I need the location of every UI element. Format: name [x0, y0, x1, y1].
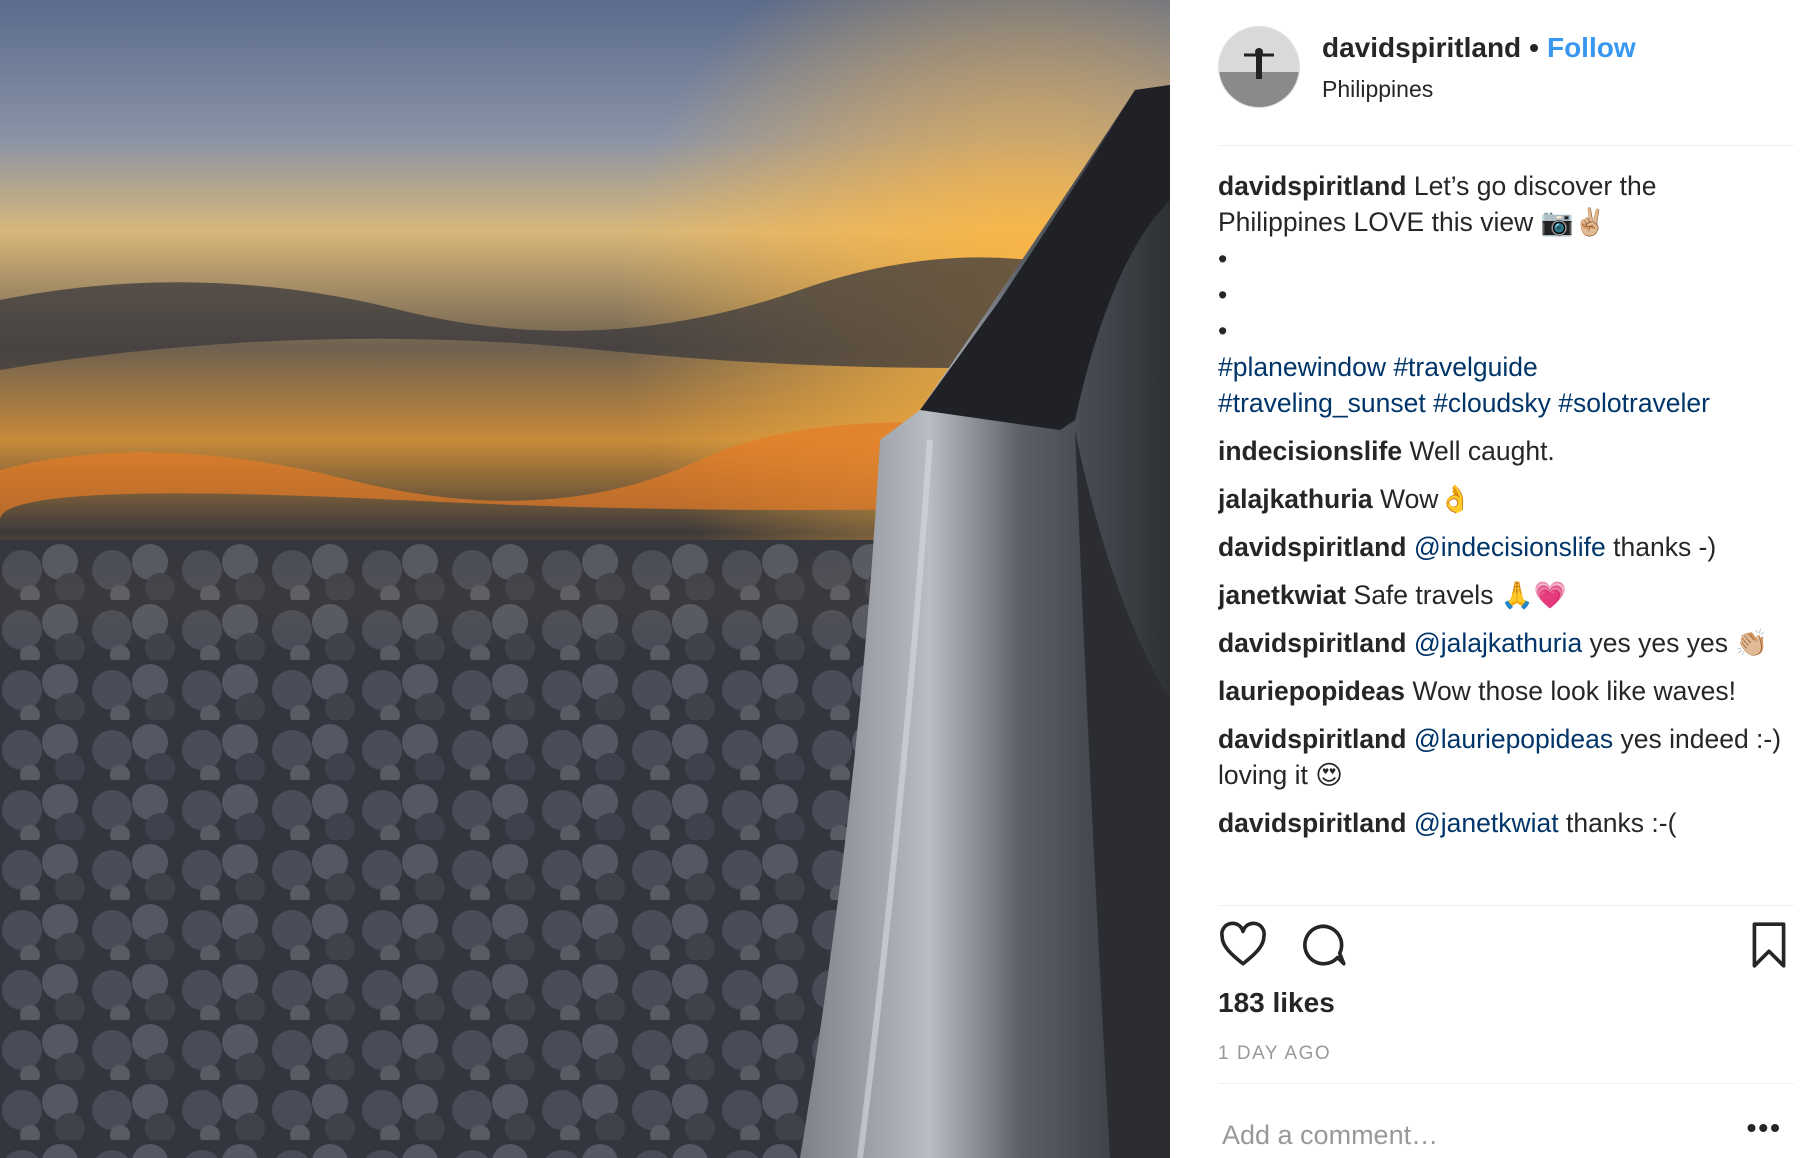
- caption-bullet: •: [1218, 280, 1228, 310]
- comment-text: Wow those look like waves!: [1412, 676, 1736, 706]
- comment-mention[interactable]: @indecisionslife: [1414, 532, 1606, 562]
- caption-hashtags[interactable]: #traveling_sunset #cloudsky #solotravele…: [1218, 385, 1790, 421]
- heart-icon[interactable]: [1218, 920, 1268, 970]
- comment-text: Wow👌: [1380, 484, 1472, 514]
- caption-emojis: 📷✌🏼: [1540, 207, 1607, 238]
- comment-text: thanks -): [1605, 532, 1717, 562]
- comment-item: jalajkathuria Wow👌: [1218, 481, 1790, 517]
- comment-text: Well caught.: [1409, 436, 1555, 466]
- caption: davidspiritland Let’s go discover the Ph…: [1218, 168, 1790, 421]
- comment-item: davidspiritland @lauriepopideas yes inde…: [1218, 721, 1790, 793]
- actions-divider: [1218, 905, 1794, 906]
- avatar[interactable]: [1218, 26, 1300, 108]
- comment-mention[interactable]: @lauriepopideas: [1414, 724, 1613, 754]
- comment-mention[interactable]: @jalajkathuria: [1414, 628, 1582, 658]
- post-details-panel: davidspiritland • Follow Philippines david…: [1170, 0, 1804, 1158]
- comment-icon[interactable]: [1298, 920, 1348, 970]
- post-timestamp[interactable]: 1 DAY AGO: [1218, 1043, 1331, 1065]
- location-link[interactable]: Philippines: [1322, 76, 1433, 103]
- header-divider: [1218, 145, 1794, 146]
- post-header: davidspiritland • Follow Philippines: [1218, 26, 1794, 108]
- caption-hashtags[interactable]: #planewindow #travelguide: [1218, 349, 1790, 385]
- plane-wing-sunset-image: [0, 0, 1170, 1158]
- avatar-image: [1219, 27, 1299, 107]
- caption-username[interactable]: davidspiritland: [1218, 171, 1406, 201]
- comment-username[interactable]: lauriepopideas: [1218, 676, 1405, 706]
- action-bar: [1218, 920, 1794, 976]
- comment-username[interactable]: jalajkathuria: [1218, 484, 1373, 514]
- comment-item: davidspiritland @indecisionslife thanks …: [1218, 529, 1790, 565]
- comment-text: Safe travels 🙏💗: [1353, 580, 1567, 610]
- add-comment-input[interactable]: [1222, 1115, 1722, 1155]
- likes-count[interactable]: 183 likes: [1218, 987, 1335, 1019]
- comment-mention[interactable]: @janetkwiat: [1414, 808, 1559, 838]
- comment-item: janetkwiat Safe travels 🙏💗: [1218, 577, 1790, 613]
- comment-item: lauriepopideas Wow those look like waves…: [1218, 673, 1790, 709]
- comment-username[interactable]: davidspiritland: [1218, 628, 1406, 658]
- comment-username[interactable]: davidspiritland: [1218, 724, 1406, 754]
- caption-bullet: •: [1218, 244, 1228, 274]
- comment-text: thanks :-(: [1558, 808, 1677, 838]
- post-photo[interactable]: [0, 0, 1170, 1158]
- follow-button[interactable]: Follow: [1547, 32, 1636, 63]
- header-line: davidspiritland • Follow: [1322, 32, 1636, 64]
- bookmark-icon[interactable]: [1744, 920, 1794, 970]
- separator-dot: •: [1529, 32, 1539, 63]
- comment-text: yes yes yes 👏🏼: [1582, 628, 1769, 658]
- comment-username[interactable]: indecisionslife: [1218, 436, 1402, 466]
- comment-username[interactable]: davidspiritland: [1218, 808, 1406, 838]
- username-link[interactable]: davidspiritland: [1322, 32, 1521, 63]
- comment-username[interactable]: davidspiritland: [1218, 532, 1406, 562]
- comments-list[interactable]: davidspiritland Let’s go discover the Ph…: [1218, 168, 1790, 903]
- comment-item: davidspiritland @janetkwiat thanks :-(: [1218, 805, 1790, 841]
- comment-item: indecisionslife Well caught.: [1218, 433, 1790, 469]
- comment-username[interactable]: janetkwiat: [1218, 580, 1346, 610]
- more-options-icon[interactable]: •••: [1747, 1112, 1782, 1144]
- comment-divider: [1218, 1083, 1794, 1084]
- comment-item: davidspiritland @jalajkathuria yes yes y…: [1218, 625, 1790, 661]
- caption-bullet: •: [1218, 316, 1228, 346]
